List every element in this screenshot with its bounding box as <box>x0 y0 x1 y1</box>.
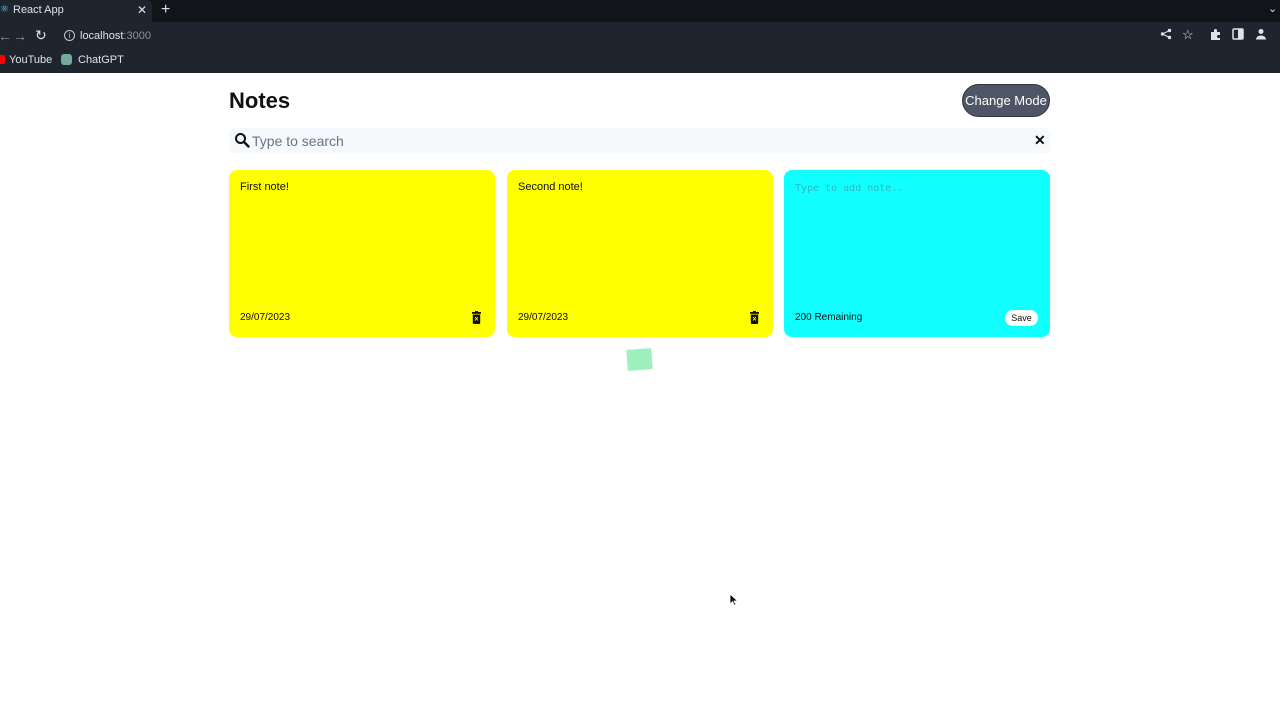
note-text: First note! <box>240 181 289 193</box>
new-note-card: 200 Remaining Save <box>784 170 1050 337</box>
tab-strip: ⚛ React App ✕ + ⌄ <box>0 0 1280 22</box>
change-mode-button[interactable]: Change Mode <box>962 84 1050 117</box>
mouse-cursor-icon <box>729 593 739 607</box>
browser-tab[interactable]: ⚛ React App ✕ <box>0 0 152 22</box>
note-date: 29/07/2023 <box>518 312 569 323</box>
youtube-icon <box>0 55 5 64</box>
forward-icon[interactable]: → <box>13 28 27 44</box>
profile-icon[interactable] <box>1255 28 1267 43</box>
clear-search-icon[interactable]: ✕ <box>1034 132 1046 149</box>
search-input[interactable] <box>252 130 1022 151</box>
note-text: Second note! <box>518 181 583 193</box>
chatgpt-icon <box>61 54 72 65</box>
bookmark-chatgpt[interactable]: ChatGPT <box>78 54 124 66</box>
back-icon[interactable]: ← <box>0 28 12 44</box>
bookmark-star-icon[interactable]: ☆ <box>1182 27 1194 43</box>
characters-remaining: 200 Remaining <box>795 312 863 323</box>
address-bar[interactable]: localhost:3000 <box>80 30 151 42</box>
search-bar: ✕ <box>229 128 1050 153</box>
note-card: Second note! 29/07/2023 <box>507 170 773 337</box>
extensions-icon[interactable] <box>1209 28 1222 44</box>
search-icon <box>234 132 251 149</box>
new-tab-icon[interactable]: + <box>161 1 170 19</box>
trash-icon[interactable] <box>472 311 481 324</box>
side-panel-icon[interactable] <box>1232 28 1244 43</box>
page-title: Notes <box>229 88 291 113</box>
new-note-textarea[interactable] <box>795 183 1039 293</box>
note-date: 29/07/2023 <box>240 312 291 323</box>
trash-icon[interactable] <box>750 311 759 324</box>
bookmark-youtube[interactable]: YouTube <box>9 54 52 66</box>
decorative-square <box>626 348 653 371</box>
react-icon: ⚛ <box>0 4 9 15</box>
browser-chrome: ⚛ React App ✕ + ⌄ ← → ↻ i localhost:3000… <box>0 0 1280 73</box>
save-button[interactable]: Save <box>1005 310 1038 326</box>
url-host: localhost <box>80 30 124 42</box>
note-card: First note! 29/07/2023 <box>229 170 495 337</box>
site-info-icon[interactable]: i <box>64 30 75 41</box>
url-port: :3000 <box>123 30 151 42</box>
tab-close-icon[interactable]: ✕ <box>137 3 147 17</box>
share-icon[interactable] <box>1160 28 1172 43</box>
tab-search-icon[interactable]: ⌄ <box>1268 2 1277 15</box>
tab-title: React App <box>13 4 64 16</box>
reload-icon[interactable]: ↻ <box>35 27 47 44</box>
